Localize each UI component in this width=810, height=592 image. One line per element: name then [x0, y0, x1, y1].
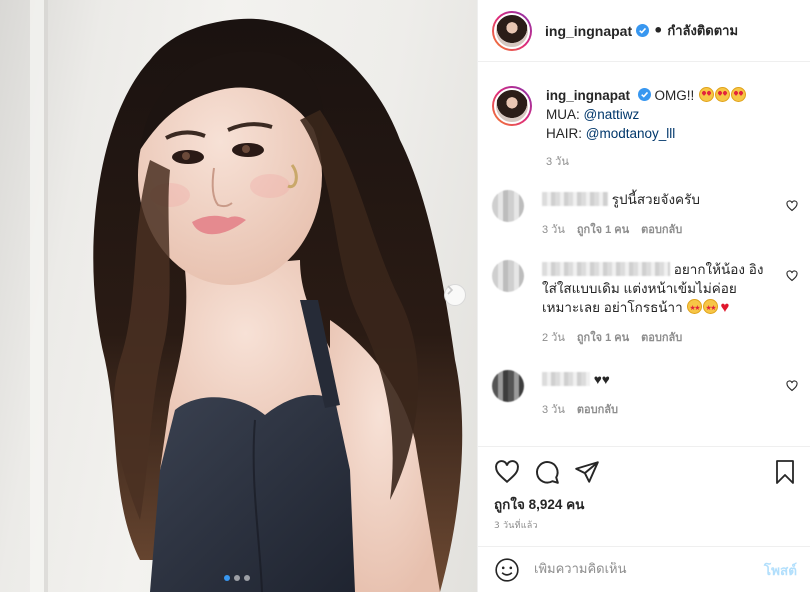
- comment-item: รูปนี้สวยจังครับ 3 วัน ถูกใจ 1 คน ตอบกลั…: [492, 190, 798, 240]
- red-heart-emoji-icon: ♥: [720, 299, 730, 316]
- post-header: ing_ingnapat • กำลังติดตาม: [478, 0, 810, 62]
- posted-time[interactable]: 3 วันที่แล้ว: [494, 518, 538, 532]
- following-button[interactable]: กำลังติดตาม: [667, 20, 738, 41]
- hair-handle-link[interactable]: @modtanoy_lll: [586, 126, 676, 141]
- avatar[interactable]: [492, 10, 532, 51]
- commenter-username-redacted[interactable]: [542, 262, 670, 276]
- heart-eyes-emoji-icon: [731, 87, 747, 102]
- verified-badge-icon: [636, 24, 650, 37]
- caption-username[interactable]: ing_ingnapat: [546, 88, 630, 103]
- post-comment-button[interactable]: โพสต์: [764, 559, 797, 581]
- mua-label: MUA:: [546, 107, 580, 122]
- author-username[interactable]: ing_ingnapat: [545, 23, 632, 39]
- paper-plane-icon[interactable]: [574, 459, 600, 485]
- verified-badge-icon: [637, 88, 651, 101]
- comment-item: ♥♥ 3 วัน ตอบกลับ: [492, 370, 798, 420]
- carousel-dot-active: [224, 575, 230, 581]
- reply-button[interactable]: ตอบกลับ: [577, 401, 618, 420]
- next-slide-button[interactable]: [444, 284, 466, 306]
- heart-outline-icon[interactable]: [786, 380, 798, 392]
- carousel-dot: [244, 575, 250, 581]
- star-struck-emoji-icon: [687, 299, 703, 318]
- chevron-right-icon: [447, 285, 454, 295]
- comments-list[interactable]: ing_ingnapat OMG!! MUA: @nattiwz HAIR: @…: [478, 62, 810, 446]
- post-caption: ing_ingnapat OMG!! MUA: @nattiwz HAIR: @…: [492, 86, 792, 172]
- bookmark-icon[interactable]: [773, 459, 797, 485]
- caption-text: OMG!!: [654, 88, 695, 103]
- comment-time[interactable]: 3 วัน: [542, 401, 565, 420]
- commenter-avatar[interactable]: [492, 190, 524, 222]
- commenter-avatar[interactable]: [492, 260, 524, 292]
- add-comment-bar: โพสต์: [478, 546, 810, 592]
- caption-avatar[interactable]: [492, 86, 532, 126]
- commenter-username-redacted[interactable]: [542, 192, 608, 206]
- portrait-illustration: [30, 0, 463, 592]
- comment-text: ♥♥: [593, 372, 610, 387]
- commenter-avatar[interactable]: [492, 370, 524, 402]
- hair-label: HAIR:: [546, 126, 583, 141]
- heart-outline-icon[interactable]: [494, 459, 520, 485]
- comment-time[interactable]: 2 วัน: [542, 329, 565, 348]
- reply-button[interactable]: ตอบกลับ: [641, 329, 682, 348]
- post-actions: ถูกใจ 8,924 คน 3 วันที่แล้ว: [478, 446, 810, 546]
- heart-eyes-emoji-icon: [699, 87, 715, 102]
- comment-text: รูปนี้สวยจังครับ: [611, 192, 700, 207]
- comment-text-line1: อยากให้น้อง: [673, 262, 745, 277]
- smiley-icon[interactable]: [494, 557, 520, 583]
- heart-outline-icon[interactable]: [786, 200, 798, 212]
- post-side-panel: ing_ingnapat • กำลังติดตาม ing_ingnapat …: [477, 0, 810, 592]
- header-separator: •: [653, 21, 664, 40]
- heart-eyes-emoji-icon: [715, 87, 731, 102]
- comment-item: อยากให้น้อง อิงใส่ใสแบบเดิม แต่งหน้าเข้ม…: [492, 260, 798, 348]
- comment-likes[interactable]: ถูกใจ 1 คน: [577, 329, 629, 348]
- post-photo[interactable]: [0, 0, 477, 592]
- caption-time[interactable]: 3 วัน: [546, 153, 792, 172]
- comment-likes[interactable]: ถูกใจ 1 คน: [577, 221, 629, 240]
- comment-bubble-icon[interactable]: [534, 459, 560, 485]
- likes-count[interactable]: ถูกใจ 8,924 คน: [494, 493, 584, 515]
- star-struck-emoji-icon: [703, 299, 719, 318]
- carousel-indicator: [224, 575, 250, 581]
- comment-time[interactable]: 3 วัน: [542, 221, 565, 240]
- commenter-username-redacted[interactable]: [542, 372, 590, 386]
- comment-input[interactable]: [534, 562, 764, 577]
- heart-outline-icon[interactable]: [786, 270, 798, 282]
- carousel-dot: [234, 575, 240, 581]
- reply-button[interactable]: ตอบกลับ: [641, 221, 682, 240]
- mua-handle-link[interactable]: @nattiwz: [584, 107, 640, 122]
